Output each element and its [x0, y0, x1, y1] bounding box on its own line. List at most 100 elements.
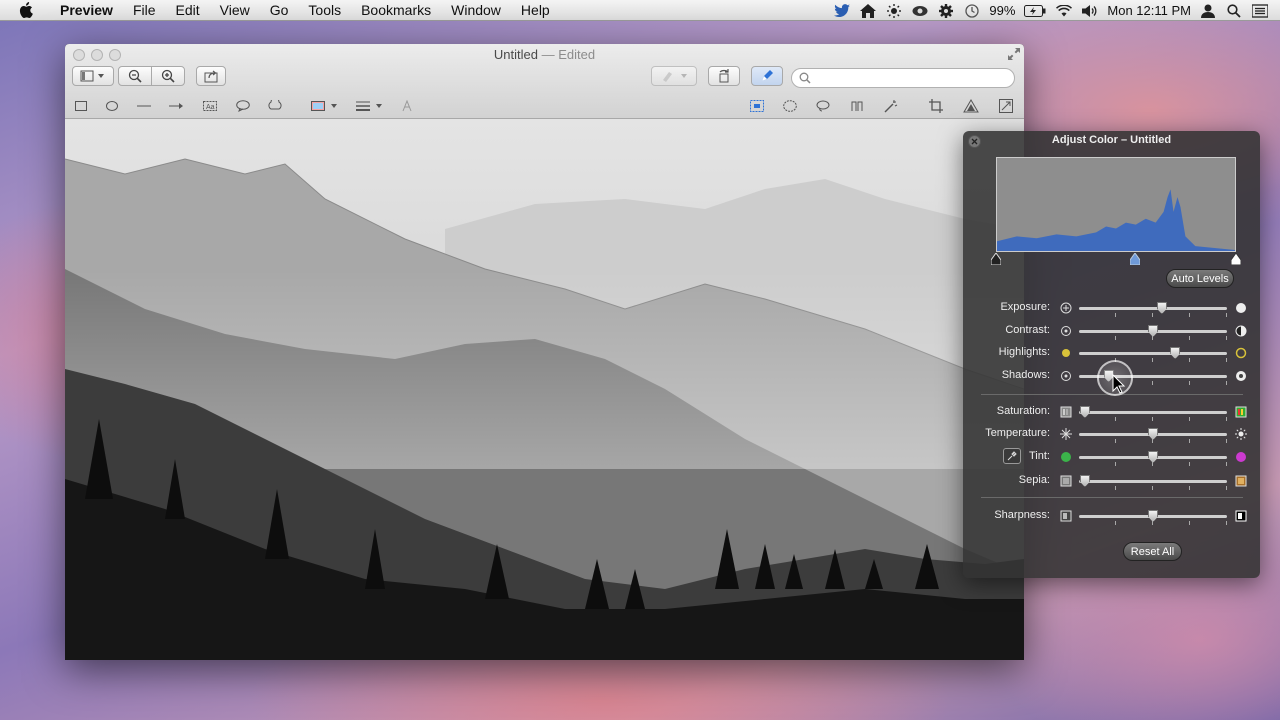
- thought-bubble-tool-icon[interactable]: [266, 98, 284, 114]
- slider-tick: [1226, 462, 1227, 466]
- line-style-tool-icon[interactable]: [355, 98, 385, 114]
- exposure-thumb[interactable]: [1156, 302, 1167, 314]
- auto-levels-button[interactable]: Auto Levels: [1166, 269, 1234, 288]
- eye-icon[interactable]: [912, 3, 928, 19]
- sharpness-label: Sharpness:: [994, 509, 1050, 521]
- notification-center-icon[interactable]: [1252, 3, 1268, 19]
- menu-file[interactable]: File: [123, 0, 166, 21]
- sharpness-slider[interactable]: [1079, 510, 1227, 525]
- wifi-icon[interactable]: [1056, 3, 1073, 19]
- midtone-handle[interactable]: [1129, 252, 1141, 266]
- reset-all-button[interactable]: Reset All: [1123, 542, 1182, 561]
- rectangle-tool-icon[interactable]: [72, 98, 90, 114]
- line-tool-icon[interactable]: [135, 98, 153, 114]
- tint-thumb[interactable]: [1148, 451, 1158, 463]
- menu-bookmarks[interactable]: Bookmarks: [351, 0, 441, 21]
- font-tool-icon[interactable]: [398, 98, 416, 114]
- edited-status: Edited: [558, 47, 596, 62]
- elliptical-selection-icon[interactable]: [781, 98, 799, 114]
- temperature-thumb[interactable]: [1148, 428, 1158, 440]
- slider-tick: [1189, 417, 1190, 421]
- search-icon: [799, 72, 811, 84]
- markup-pen-icon: [762, 70, 773, 81]
- oval-tool-icon[interactable]: [103, 98, 121, 114]
- lasso-selection-icon[interactable]: [814, 98, 832, 114]
- smart-lasso-icon[interactable]: [848, 98, 866, 114]
- zoom-in-button[interactable]: [151, 66, 185, 86]
- sepia-slider[interactable]: [1079, 475, 1227, 490]
- temperature-slider[interactable]: [1079, 428, 1227, 443]
- slider-tick: [1189, 521, 1190, 525]
- contrast-low-icon: [1060, 325, 1072, 337]
- slider-tick: [1226, 439, 1227, 443]
- landscape-photo[interactable]: [65, 119, 1024, 660]
- color-picker-tool-icon[interactable]: [310, 98, 340, 114]
- rotate-button[interactable]: [708, 66, 740, 86]
- speech-bubble-tool-icon[interactable]: [234, 98, 252, 114]
- crop-icon[interactable]: [927, 98, 945, 114]
- highlight-button[interactable]: [651, 66, 697, 86]
- black-point-handle[interactable]: [990, 252, 1002, 266]
- tint-slider[interactable]: [1079, 451, 1227, 466]
- sepia-high-icon: [1235, 475, 1247, 487]
- sidebar-view-button[interactable]: [72, 66, 114, 86]
- brightness-icon[interactable]: [886, 3, 902, 19]
- rotate-icon: [719, 69, 729, 83]
- text-box-tool-icon[interactable]: Aa: [201, 98, 219, 114]
- gear-icon[interactable]: [938, 3, 954, 19]
- saturation-low-icon: [1060, 406, 1072, 418]
- adjust-size-icon[interactable]: [997, 98, 1015, 114]
- volume-icon[interactable]: [1082, 3, 1098, 19]
- menu-window[interactable]: Window: [441, 0, 511, 21]
- temperature-cool-icon: [1060, 428, 1072, 440]
- rectangular-selection-icon[interactable]: [748, 98, 766, 114]
- menu-edit[interactable]: Edit: [166, 0, 210, 21]
- menu-go[interactable]: Go: [260, 0, 299, 21]
- zoom-out-button[interactable]: [118, 66, 152, 86]
- clock[interactable]: Mon 12:11 PM: [1107, 3, 1191, 18]
- document-name: Untitled: [493, 47, 538, 62]
- menu-tools[interactable]: Tools: [298, 0, 351, 21]
- highlights-slider[interactable]: [1079, 347, 1227, 362]
- exposure-slider[interactable]: [1079, 302, 1227, 317]
- search-input[interactable]: [791, 68, 1015, 88]
- slider-tick: [1115, 313, 1116, 317]
- slider-tick: [1115, 439, 1116, 443]
- tint-magenta-icon: [1235, 451, 1247, 463]
- apple-menu-icon[interactable]: [16, 0, 36, 21]
- menu-help[interactable]: Help: [511, 0, 560, 21]
- time-machine-icon[interactable]: [964, 3, 980, 19]
- battery-icon[interactable]: [1024, 3, 1046, 19]
- instant-alpha-icon[interactable]: [882, 98, 900, 114]
- menu-view[interactable]: View: [210, 0, 260, 21]
- arrow-tool-icon[interactable]: [167, 98, 185, 114]
- sepia-thumb[interactable]: [1079, 475, 1090, 487]
- twitter-bird-icon[interactable]: [834, 3, 851, 19]
- home-icon[interactable]: [860, 3, 877, 19]
- slider-tick: [1189, 439, 1190, 443]
- show-markup-toolbar-button[interactable]: [751, 66, 783, 86]
- slider-tick: [1189, 486, 1190, 490]
- share-button[interactable]: [196, 66, 226, 86]
- shadows-high-icon: [1235, 370, 1247, 382]
- adjust-color-icon[interactable]: [962, 98, 980, 114]
- saturation-label: Saturation:: [996, 405, 1050, 417]
- highlights-thumb[interactable]: [1170, 347, 1181, 359]
- temperature-warm-icon: [1235, 428, 1247, 440]
- slider-tick: [1152, 462, 1153, 466]
- menu-app-preview[interactable]: Preview: [50, 0, 123, 21]
- slider-tick: [1152, 358, 1153, 362]
- sharpness-thumb[interactable]: [1148, 510, 1158, 522]
- saturation-slider[interactable]: [1079, 406, 1227, 421]
- white-point-handle[interactable]: [1230, 252, 1242, 266]
- slider-tick: [1226, 313, 1227, 317]
- slider-tick: [1189, 381, 1190, 385]
- slider-tick: [1152, 521, 1153, 525]
- contrast-slider[interactable]: [1079, 325, 1227, 340]
- contrast-thumb[interactable]: [1148, 325, 1158, 337]
- fullscreen-icon[interactable]: [1008, 48, 1020, 60]
- saturation-thumb[interactable]: [1079, 406, 1090, 418]
- highlighter-icon: [663, 72, 687, 82]
- user-icon[interactable]: [1200, 3, 1216, 19]
- spotlight-search-icon[interactable]: [1226, 3, 1242, 19]
